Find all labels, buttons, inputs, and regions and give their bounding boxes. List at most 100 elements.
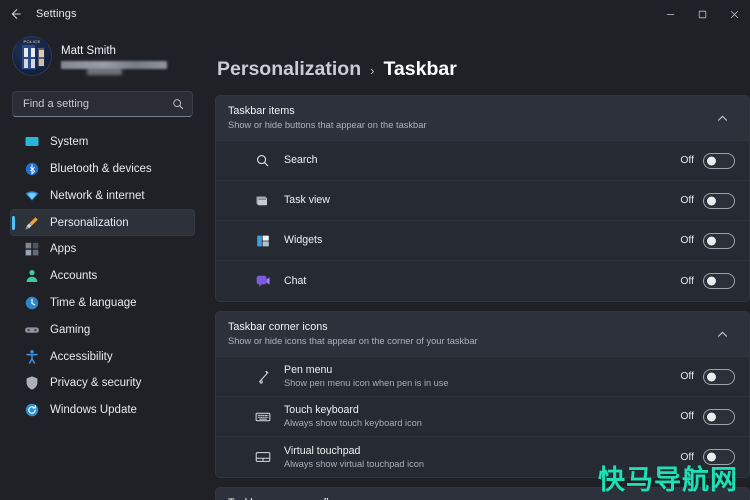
toggle-switch[interactable] bbox=[703, 408, 735, 425]
page-title: Taskbar bbox=[383, 58, 457, 80]
sidebar-item-label: Accessibility bbox=[50, 350, 113, 363]
bluetooth-icon bbox=[24, 161, 40, 177]
row-texts: Search bbox=[284, 154, 680, 167]
system-icon bbox=[24, 134, 40, 150]
wifi-icon bbox=[24, 188, 40, 204]
setting-row: Task view Off bbox=[216, 181, 749, 221]
toggle-switch[interactable] bbox=[703, 152, 735, 169]
settings-card: Taskbar items Show or hide buttons that … bbox=[215, 95, 750, 302]
settings-window: Settings POLICE Matt Smith Find a settin… bbox=[0, 0, 750, 500]
row-texts: Touch keyboard Always show touch keyboar… bbox=[284, 404, 680, 429]
row-texts: Widgets bbox=[284, 234, 680, 247]
maximize-button[interactable] bbox=[686, 0, 718, 28]
card-title: Taskbar corner icons bbox=[228, 321, 328, 333]
toggle-switch[interactable] bbox=[703, 368, 735, 385]
sidebar-item-network-internet[interactable]: Network & internet bbox=[10, 183, 195, 210]
row-title: Widgets bbox=[284, 234, 323, 246]
row-texts: Pen menu Show pen menu icon when pen is … bbox=[284, 364, 680, 389]
card-title: Taskbar items bbox=[228, 105, 295, 117]
pen-icon bbox=[254, 368, 272, 386]
search-input[interactable] bbox=[13, 92, 192, 116]
clock-icon bbox=[24, 295, 40, 311]
sidebar-item-gaming[interactable]: Gaming bbox=[10, 316, 195, 343]
sidebar-item-windows-update[interactable]: Windows Update bbox=[10, 397, 195, 424]
card-subtitle: Show or hide icons that appear on the co… bbox=[228, 336, 478, 346]
sidebar-item-label: Gaming bbox=[50, 323, 91, 336]
sidebar-item-label: Network & internet bbox=[50, 189, 145, 202]
row-control: Off bbox=[680, 408, 735, 425]
avatar: POLICE bbox=[12, 36, 52, 76]
card-header[interactable]: Taskbar items Show or hide buttons that … bbox=[216, 96, 749, 141]
row-title: Search bbox=[284, 154, 318, 166]
setting-row: Widgets Off bbox=[216, 221, 749, 261]
search-box[interactable] bbox=[12, 91, 193, 117]
row-subtitle: Always show virtual touchpad icon bbox=[284, 458, 424, 469]
row-texts: Virtual touchpad Always show virtual tou… bbox=[284, 445, 680, 470]
back-button[interactable] bbox=[0, 0, 30, 28]
sidebar-item-label: Apps bbox=[50, 243, 77, 256]
toggle-knob bbox=[707, 372, 716, 381]
card-subtitle: Show or hide buttons that appear on the … bbox=[228, 120, 427, 130]
toggle-switch[interactable] bbox=[703, 232, 735, 249]
breadcrumb-separator-icon: › bbox=[370, 63, 375, 78]
sidebar-item-label: Bluetooth & devices bbox=[50, 163, 152, 176]
row-control: Off bbox=[680, 273, 735, 289]
toggle-knob bbox=[707, 412, 716, 421]
search-icon bbox=[172, 98, 184, 110]
sidebar-item-time-language[interactable]: Time & language bbox=[10, 290, 195, 317]
chevron-up-icon[interactable] bbox=[709, 105, 735, 131]
chat-icon bbox=[254, 272, 272, 290]
row-title: Pen menu bbox=[284, 364, 333, 376]
widgets-icon bbox=[254, 232, 272, 250]
sidebar-item-accounts[interactable]: Accounts bbox=[10, 263, 195, 290]
user-profile[interactable]: POLICE Matt Smith bbox=[8, 28, 197, 82]
row-control: Off bbox=[680, 152, 735, 169]
row-title: Chat bbox=[284, 274, 307, 287]
card-header[interactable]: Taskbar corner icons Show or hide icons … bbox=[216, 312, 749, 357]
close-button[interactable] bbox=[718, 0, 750, 28]
toggle-knob bbox=[707, 452, 716, 462]
apps-icon bbox=[24, 241, 40, 257]
touchpad-icon bbox=[254, 448, 272, 466]
toggle-state-label: Off bbox=[680, 155, 694, 166]
row-title: Virtual touchpad bbox=[284, 444, 361, 457]
sidebar-item-accessibility[interactable]: Accessibility bbox=[10, 343, 195, 370]
window-title: Settings bbox=[36, 8, 77, 20]
sidebar-item-bluetooth-devices[interactable]: Bluetooth & devices bbox=[10, 156, 195, 183]
card-header-texts: Taskbar items Show or hide buttons that … bbox=[228, 105, 709, 131]
toggle-switch[interactable] bbox=[703, 273, 735, 289]
content-area: Personalization › Taskbar Taskbar items … bbox=[205, 28, 750, 500]
sidebar-item-privacy-security[interactable]: Privacy & security bbox=[10, 370, 195, 397]
toggle-switch[interactable] bbox=[703, 449, 735, 465]
row-texts: Task view bbox=[284, 194, 680, 207]
person-icon bbox=[24, 268, 40, 284]
row-control: Off bbox=[680, 232, 735, 249]
sidebar-item-label: System bbox=[50, 136, 89, 149]
sidebar-item-label: Time & language bbox=[50, 296, 137, 309]
card-header-texts: Taskbar corner icons Show or hide icons … bbox=[228, 321, 709, 347]
card-header[interactable]: Taskbar corner overflow Choose which ico… bbox=[216, 488, 749, 500]
shield-icon bbox=[24, 375, 40, 391]
sidebar-nav: System Bluetooth & devices Network & inter… bbox=[8, 127, 197, 500]
sidebar-item-system[interactable]: System bbox=[10, 129, 195, 156]
breadcrumb-parent[interactable]: Personalization bbox=[217, 58, 361, 81]
sidebar-item-label: Accounts bbox=[50, 270, 98, 283]
toggle-switch[interactable] bbox=[703, 192, 735, 209]
accessibility-icon bbox=[24, 349, 40, 365]
profile-name: Matt Smith bbox=[61, 44, 116, 57]
minimize-button[interactable] bbox=[654, 0, 686, 28]
row-control: Off bbox=[680, 368, 735, 385]
row-subtitle: Always show touch keyboard icon bbox=[284, 418, 422, 428]
taskview-icon bbox=[254, 192, 272, 210]
toggle-knob bbox=[707, 156, 716, 165]
toggle-state-label: Off bbox=[680, 275, 694, 287]
sidebar-item-label: Privacy & security bbox=[50, 377, 142, 390]
sidebar-item-personalization[interactable]: Personalization bbox=[10, 209, 195, 236]
row-control: Off bbox=[680, 449, 735, 465]
toggle-state-label: Off bbox=[680, 451, 694, 463]
toggle-state-label: Off bbox=[680, 235, 694, 246]
sidebar-item-label: Windows Update bbox=[50, 404, 137, 417]
chevron-up-icon[interactable] bbox=[709, 321, 735, 347]
sidebar-item-apps[interactable]: Apps bbox=[10, 236, 195, 263]
profile-email-redacted bbox=[61, 60, 167, 69]
